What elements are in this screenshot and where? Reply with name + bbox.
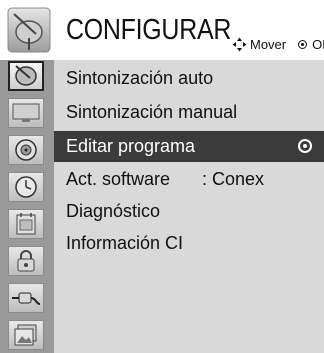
- sidebar-item-picture[interactable]: [8, 98, 44, 128]
- clock-icon: [15, 176, 37, 198]
- screen-icon: [12, 103, 40, 122]
- menu-item-programme-edit[interactable]: Editar programa: [54, 131, 324, 162]
- menu-item-software-update[interactable]: Act. software : Conex: [54, 164, 324, 195]
- lock-icon: [17, 250, 35, 272]
- plug-icon: [12, 292, 41, 305]
- sidebar-item-time[interactable]: [8, 172, 44, 202]
- menu-item-label: Diagnóstico: [66, 201, 161, 221]
- setup-menu-screen: CONFIGURAR Mover OK: [0, 0, 324, 353]
- antenna-dish-icon: [15, 65, 37, 86]
- menu-header: CONFIGURAR Mover OK: [0, 0, 324, 60]
- menu-item-label: Editar programa: [66, 136, 196, 156]
- speaker-icon: [15, 139, 37, 161]
- menu-item-label: Sintonización auto: [66, 68, 214, 88]
- sidebar-item-audio[interactable]: [8, 135, 44, 165]
- sidebar-item-lock[interactable]: [8, 246, 44, 276]
- selected-radio-icon: [298, 139, 312, 153]
- menu-item-auto-tuning[interactable]: Sintonización auto: [54, 63, 324, 94]
- setup-menu-list: Sintonización auto Sintonización manual …: [54, 60, 324, 353]
- menu-item-label: Información CI: [66, 233, 184, 253]
- menu-item-label: Act. software: [66, 169, 171, 189]
- ok-hint-label: OK: [312, 37, 324, 52]
- menu-item-manual-tuning[interactable]: Sintonización manual: [54, 97, 324, 128]
- key-hints: Mover OK: [232, 37, 324, 52]
- menu-item-label: Sintonización manual: [66, 102, 238, 122]
- photo-icon: [14, 324, 37, 346]
- setup-category-logo-icon: [7, 7, 51, 53]
- page-title: CONFIGURAR: [66, 14, 232, 46]
- sidebar-item-input[interactable]: [8, 283, 44, 313]
- calendar-icon: [16, 213, 36, 235]
- ok-button-icon: [298, 40, 308, 49]
- menu-item-value: : Conex: [202, 169, 265, 189]
- navigation-arrows-icon: [232, 37, 247, 52]
- category-sidebar: [0, 60, 54, 353]
- sidebar-item-photo[interactable]: [8, 320, 44, 350]
- menu-item-diagnostics[interactable]: Diagnóstico: [54, 196, 324, 227]
- sidebar-item-setup[interactable]: [8, 61, 44, 91]
- sidebar-item-option[interactable]: [8, 209, 44, 239]
- menu-item-ci-information[interactable]: Información CI: [54, 228, 324, 259]
- move-hint-label: Mover: [250, 37, 287, 52]
